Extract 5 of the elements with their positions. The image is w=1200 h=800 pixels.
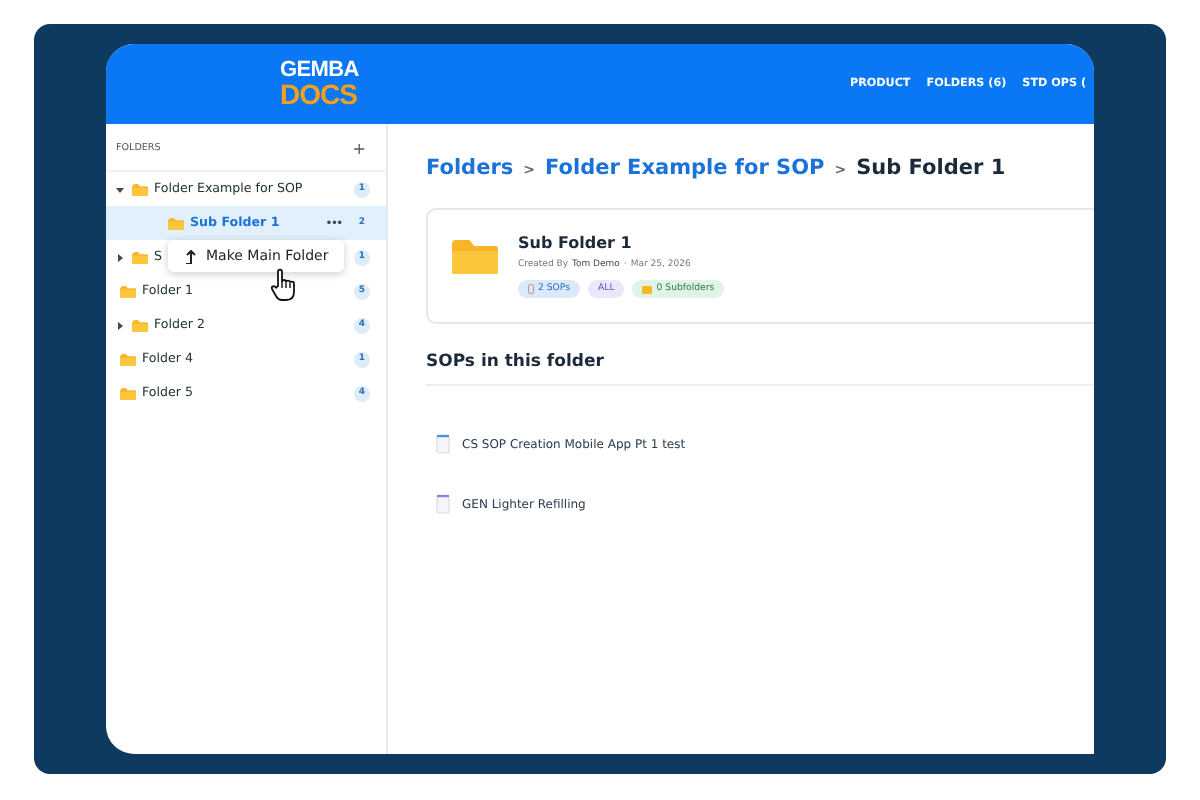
logo-text: DOCS bbox=[280, 81, 359, 107]
breadcrumb-current: Sub Folder 1 bbox=[856, 156, 1006, 180]
logo-text: GEMBA bbox=[280, 61, 359, 82]
folder-title: Sub Folder 1 bbox=[518, 234, 634, 252]
section-title: SOPs in this folder bbox=[426, 352, 1094, 386]
